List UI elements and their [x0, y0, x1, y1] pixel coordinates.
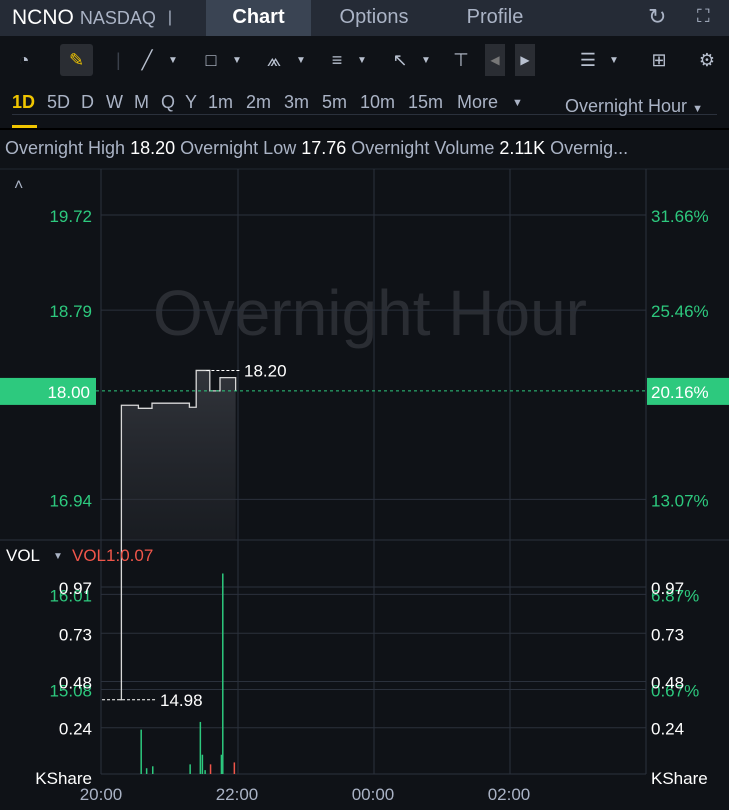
- current-price: 18.00: [47, 383, 90, 402]
- high-marker: 18.20: [244, 361, 287, 380]
- volume-label[interactable]: VOL: [6, 546, 40, 565]
- volume-bar: [199, 721, 202, 774]
- volume-tick: 0.48: [59, 673, 92, 692]
- volume-bar: [222, 573, 224, 774]
- time-tick: 20:00: [80, 785, 123, 804]
- price-tick: 19.72: [49, 207, 92, 226]
- volume-bar: [233, 762, 236, 774]
- volume-bar: [140, 729, 142, 774]
- low-marker: 14.98: [160, 691, 203, 710]
- percent-tick: 25.46%: [651, 302, 709, 321]
- volume-bar: [220, 754, 223, 774]
- volume-tick: 0.24: [59, 720, 92, 739]
- collapse-icon[interactable]: ˄: [14, 177, 23, 194]
- volume-bar: [145, 768, 148, 774]
- volume-tick-right: 0.73: [651, 625, 684, 644]
- time-tick: 02:00: [488, 785, 531, 804]
- volume-indicator: VOL1:0.07: [72, 546, 153, 565]
- price-area: [120, 370, 236, 700]
- price-tick: 16.94: [49, 491, 92, 510]
- volume-bar: [189, 764, 191, 774]
- percent-tick: 13.07%: [651, 491, 709, 510]
- price-tick: 18.79: [49, 302, 92, 321]
- time-tick: 00:00: [352, 785, 395, 804]
- current-change: 20.16%: [651, 383, 709, 402]
- watermark: Overnight Hour: [153, 277, 587, 349]
- volume-tick: 0.97: [59, 579, 92, 598]
- volume-tick-right: 0.24: [651, 720, 684, 739]
- volume-bar: [201, 754, 204, 774]
- volume-tick-right: 0.48: [651, 673, 684, 692]
- percent-tick: 31.66%: [651, 207, 709, 226]
- volume-unit-right: KShare: [651, 769, 708, 788]
- volume-tick-right: 0.97: [651, 579, 684, 598]
- chevron-down-icon[interactable]: ▼: [53, 551, 63, 562]
- volume-tick: 0.73: [59, 625, 92, 644]
- volume-bar: [209, 764, 212, 774]
- price-chart[interactable]: Overnight Hour ˄ 19.72 31.66% 18.79 25.46% 16…: [0, 0, 729, 810]
- volume-bar: [152, 766, 154, 774]
- time-tick: 22:00: [216, 785, 259, 804]
- volume-bar: [204, 770, 206, 774]
